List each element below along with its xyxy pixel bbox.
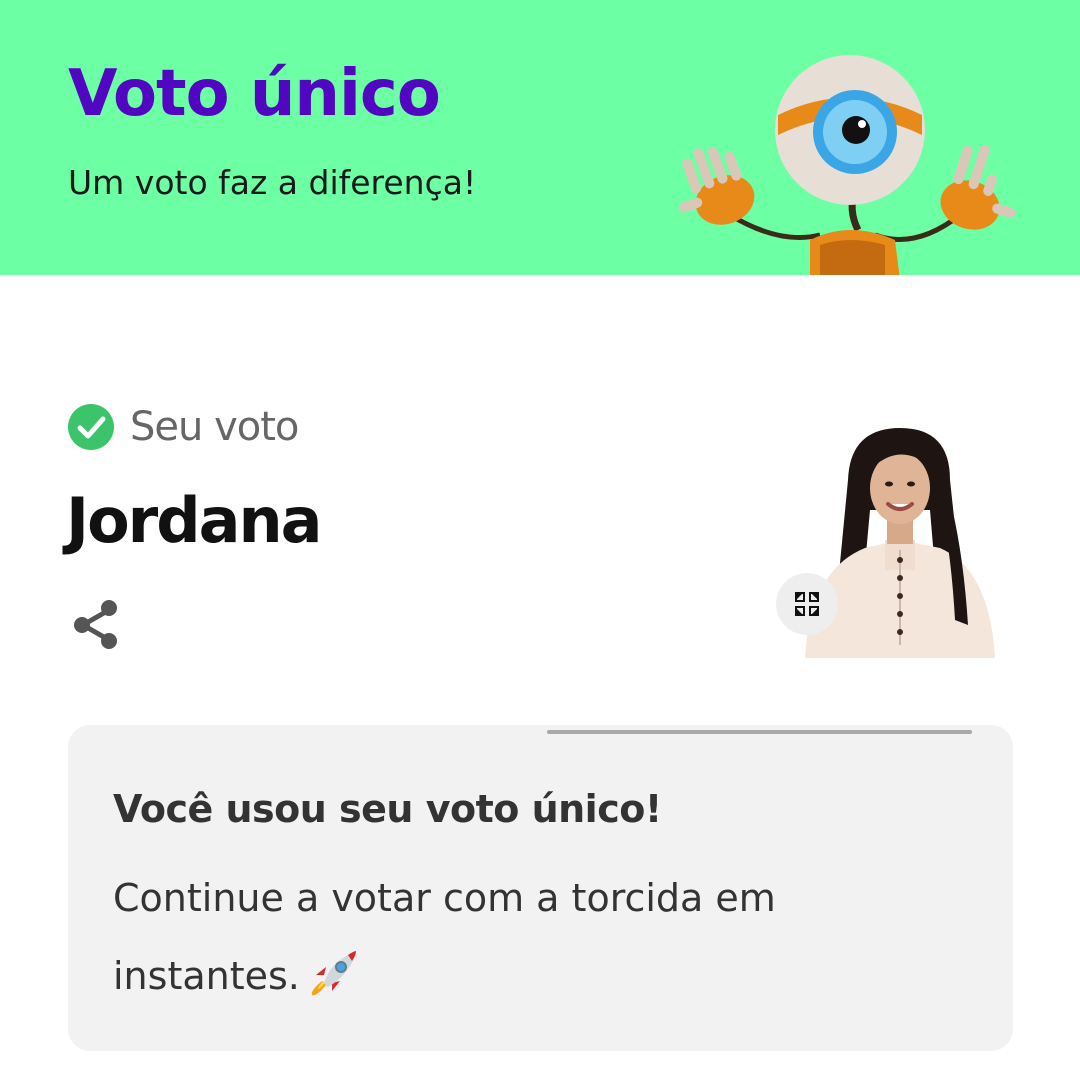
card-body-text: Continue a votar com a torcida em instan… [113, 876, 776, 998]
participant-name: Jordana [66, 484, 322, 557]
banner-subtitle: Um voto faz a diferença! [68, 163, 477, 202]
share-icon[interactable] [72, 598, 122, 650]
banner-title: Voto único [68, 57, 441, 131]
info-card: Você usou seu voto único! Continue a vot… [68, 725, 1013, 1051]
card-progress-bar [547, 730, 972, 734]
expand-photo-button[interactable] [776, 573, 838, 635]
vote-status: Seu voto [68, 403, 299, 451]
rocket-icon [311, 951, 356, 996]
check-circle-icon [68, 404, 114, 450]
expand-icon [795, 592, 819, 616]
card-title: Você usou seu voto único! [113, 787, 662, 831]
eye-mascot-icon [679, 55, 1016, 275]
header-banner: Voto único Um voto faz a diferença! [0, 0, 1080, 275]
card-body: Continue a votar com a torcida em instan… [113, 859, 913, 1015]
vote-status-label: Seu voto [130, 404, 299, 450]
